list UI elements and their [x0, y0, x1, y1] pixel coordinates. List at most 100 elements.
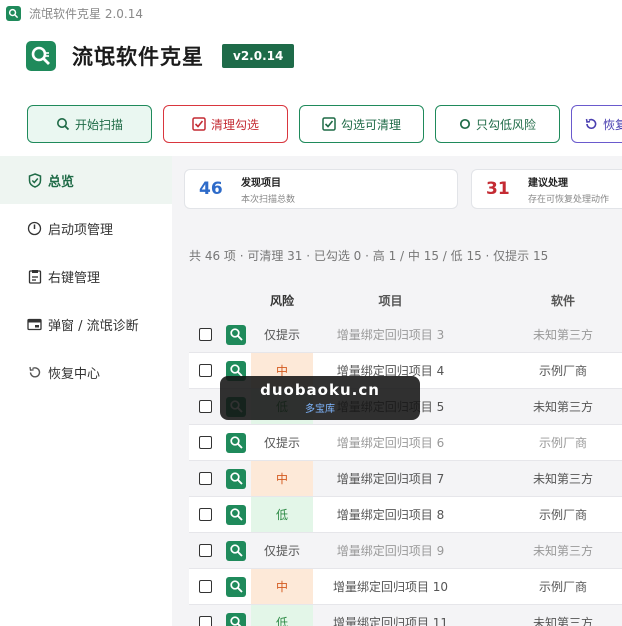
row-checkbox[interactable] [198, 508, 212, 521]
item-app-icon [226, 504, 246, 525]
table-row[interactable]: 仅提示 增量绑定回归项目 3 未知第三方 [189, 317, 622, 353]
select-cleanable-button[interactable]: 勾选可清理 [299, 105, 424, 143]
sidebar-item-startup[interactable]: 启动项管理 [0, 204, 172, 252]
software-name: 示例厂商 [538, 508, 587, 522]
software-name: 示例厂商 [538, 436, 587, 450]
software-name: 未知第三方 [532, 472, 593, 486]
software-name: 未知第三方 [532, 400, 593, 414]
app-icon [6, 5, 21, 21]
table-header: 风险 项目 软件 [189, 283, 622, 317]
restore-icon [27, 365, 42, 380]
sidebar: 总览 启动项管理 右键管理 弹窗 / 流氓诊断 恢复中心 [0, 156, 172, 626]
risk-level: 低 [251, 605, 313, 626]
stat-title: 建议处理 [528, 177, 568, 189]
row-checkbox[interactable] [198, 472, 212, 485]
item-name: 增量绑定回归项目 11 [332, 616, 449, 626]
row-checkbox[interactable] [198, 616, 212, 626]
row-checkbox[interactable] [198, 364, 212, 377]
restore-button[interactable]: 恢复 [571, 105, 622, 143]
version-badge: v2.0.14 [222, 44, 295, 68]
sidebar-item-label: 右键管理 [48, 270, 101, 286]
table-row[interactable]: 中 增量绑定回归项目 10 示例厂商 [189, 569, 622, 605]
sidebar-item-popup-diagnosis[interactable]: 弹窗 / 流氓诊断 [0, 300, 172, 348]
checkbox-checked-icon [322, 117, 336, 131]
stat-subtitle: 存在可恢复处理动作 [528, 194, 610, 205]
stat-cards: 46 发现项目 本次扫描总数 31 建议处理 存在可恢复处理动作 [184, 169, 622, 209]
item-name: 增量绑定回归项目 10 [332, 580, 449, 594]
stat-value: 46 [199, 179, 223, 199]
item-name: 增量绑定回归项目 9 [336, 544, 445, 558]
row-checkbox[interactable] [198, 580, 212, 593]
column-header-item: 项目 [378, 293, 403, 308]
item-app-icon [226, 576, 246, 597]
item-name: 增量绑定回归项目 3 [336, 328, 445, 342]
column-header-software: 软件 [550, 293, 575, 308]
table-row[interactable]: 低 增量绑定回归项目 8 示例厂商 [189, 497, 622, 533]
sidebar-item-label: 总览 [48, 174, 75, 190]
checkbox-checked-icon [192, 117, 206, 131]
clear-selection-button[interactable]: 清理勾选 [163, 105, 288, 143]
item-app-icon [226, 432, 246, 453]
window-icon [27, 317, 42, 332]
item-name: 增量绑定回归项目 8 [336, 508, 445, 522]
stat-subtitle: 本次扫描总数 [241, 194, 296, 205]
table-row[interactable]: 中 增量绑定回归项目 7 未知第三方 [189, 461, 622, 497]
item-app-icon [226, 612, 246, 626]
toolbar: 开始扫描 清理勾选 勾选可清理 只勾低风险 恢复 [27, 105, 622, 143]
stat-card-found: 46 发现项目 本次扫描总数 [184, 169, 458, 209]
context-menu-icon [27, 269, 42, 284]
clear-selection-label: 清理勾选 [210, 117, 259, 132]
watermark-subtext: 多宝库 [305, 404, 335, 415]
sidebar-item-context-menu[interactable]: 右键管理 [0, 252, 172, 300]
software-name: 未知第三方 [532, 544, 593, 558]
shield-check-icon [27, 172, 42, 188]
item-app-icon [226, 324, 246, 345]
sidebar-item-restore-center[interactable]: 恢复中心 [0, 348, 172, 396]
item-name: 增量绑定回归项目 6 [336, 436, 445, 450]
watermark-text: duobaoku.cn [260, 381, 380, 399]
circle-icon [459, 118, 471, 130]
header: 流氓软件克星 v2.0.14 [0, 26, 622, 86]
app-window: 流氓软件克星 2.0.14 流氓软件克星 v2.0.14 开始扫描 清理勾选 勾… [0, 0, 622, 626]
row-checkbox[interactable] [198, 328, 212, 341]
stat-card-suggested: 31 建议处理 存在可恢复处理动作 [471, 169, 622, 209]
stat-title: 发现项目 [241, 177, 281, 189]
risk-level: 仅提示 [263, 328, 300, 342]
power-icon [27, 221, 42, 236]
title-bar: 流氓软件克星 2.0.14 [0, 0, 622, 26]
sidebar-item-label: 恢复中心 [48, 366, 101, 382]
software-name: 未知第三方 [532, 616, 593, 626]
row-checkbox[interactable] [198, 400, 212, 413]
restore-icon [585, 118, 597, 130]
row-checkbox[interactable] [198, 544, 212, 557]
scan-button[interactable]: 开始扫描 [27, 105, 152, 143]
row-checkbox[interactable] [198, 436, 212, 449]
table-row[interactable]: 仅提示 增量绑定回归项目 9 未知第三方 [189, 533, 622, 569]
risk-level: 中 [251, 461, 313, 496]
select-low-risk-label: 只勾低风险 [475, 117, 536, 132]
table-row[interactable]: 低增量绑定回归项目 11 未知第三方 [189, 605, 622, 626]
sidebar-item-label: 启动项管理 [48, 222, 114, 238]
item-name: 增量绑定回归项目 7 [336, 472, 445, 486]
risk-level: 低 [251, 497, 313, 532]
column-header-risk: 风险 [269, 293, 294, 308]
risk-level: 中 [251, 569, 313, 604]
scan-button-label: 开始扫描 [74, 117, 123, 132]
risk-level: 仅提示 [263, 436, 300, 450]
table-body: 仅提示增量绑定回归项目 3未知第三方中增量绑定回归项目 4示例厂商低增量绑定回归… [189, 317, 622, 626]
item-app-icon [226, 540, 246, 561]
results-table: 风险 项目 软件 仅提示 增量绑定回归项目 3 未知第三方中增量绑定回归项目 4 示例… [189, 283, 622, 626]
sidebar-item-overview[interactable]: 总览 [0, 156, 172, 204]
scan-summary: 共 46 项 · 可清理 31 · 已勾选 0 · 高 1 / 中 15 / 低… [189, 249, 549, 263]
table-row[interactable]: 仅提示 增量绑定回归项目 6 示例厂商 [189, 425, 622, 461]
software-name: 未知第三方 [532, 328, 593, 342]
window-title: 流氓软件克星 2.0.14 [29, 6, 143, 21]
select-low-risk-button[interactable]: 只勾低风险 [435, 105, 560, 143]
search-icon [56, 118, 70, 131]
item-app-icon [226, 468, 246, 489]
software-name: 示例厂商 [538, 364, 587, 378]
app-name: 流氓软件克星 [72, 45, 204, 69]
software-name: 示例厂商 [538, 580, 587, 594]
watermark: duobaoku.cn 多宝库 [220, 376, 420, 420]
risk-level: 仅提示 [263, 544, 300, 558]
